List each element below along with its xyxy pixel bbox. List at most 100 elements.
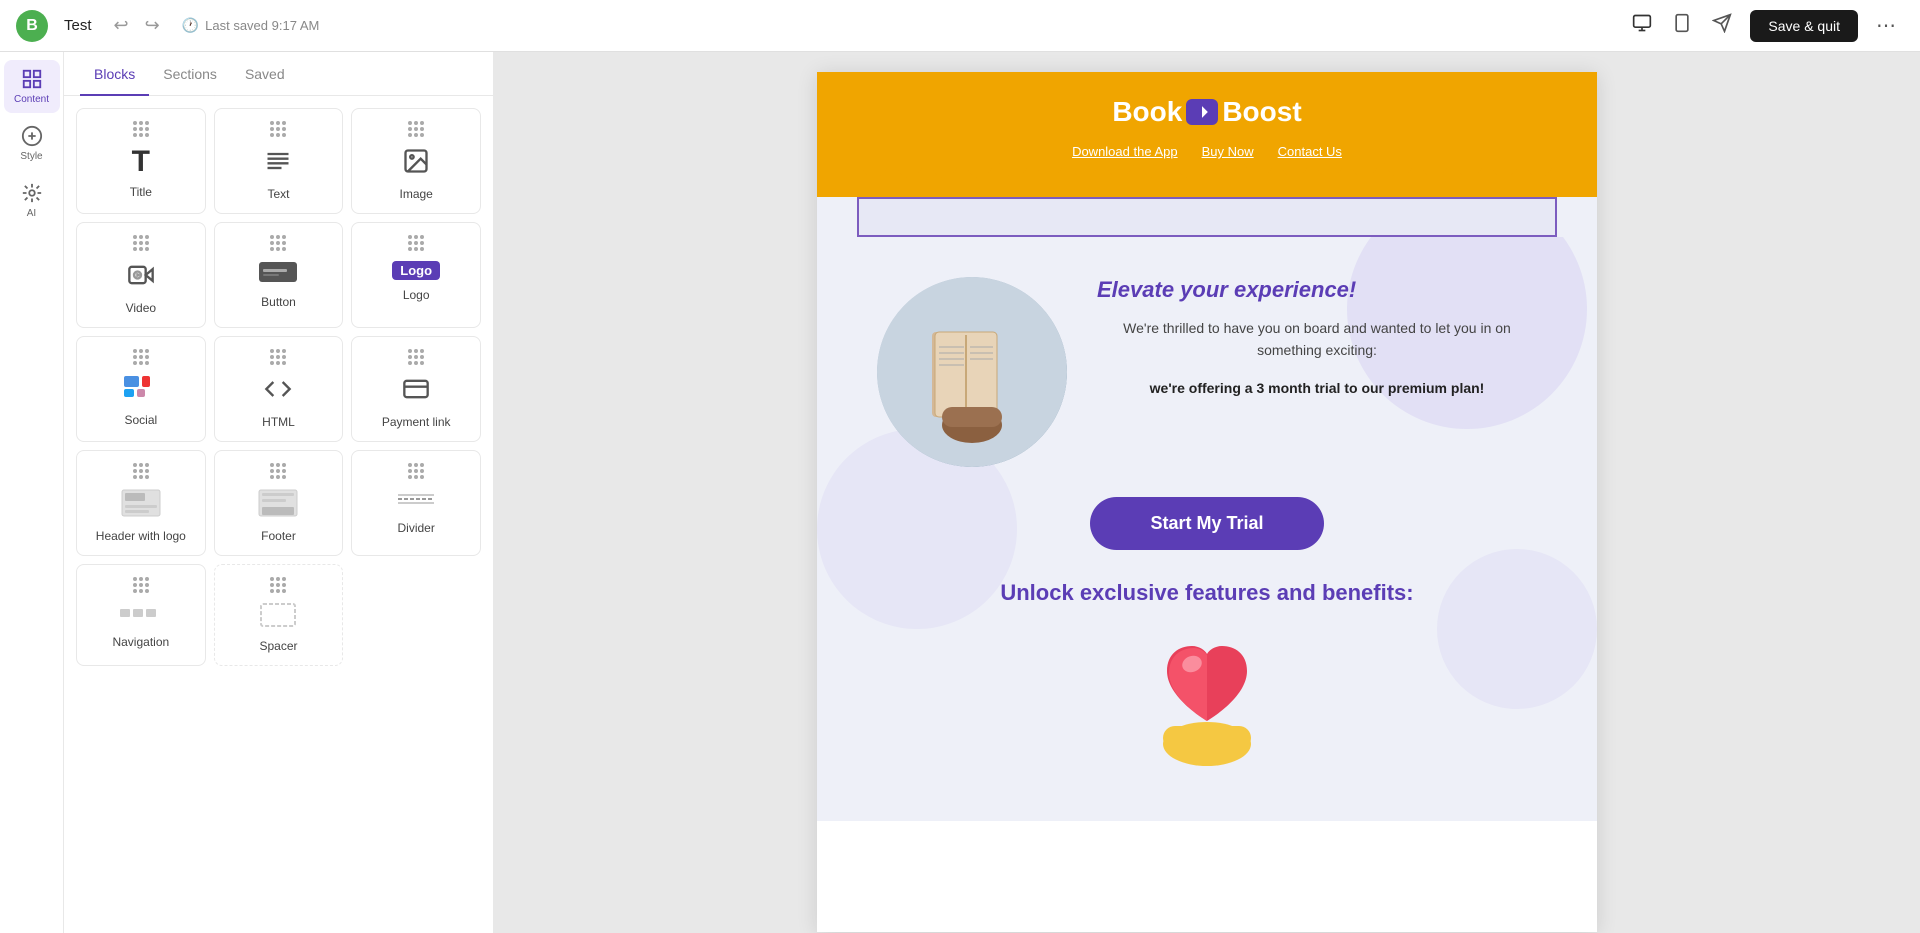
clock-icon: 🕐 bbox=[182, 17, 199, 34]
block-button-label: Button bbox=[261, 295, 296, 309]
block-header-with-logo[interactable]: Header with logo bbox=[76, 450, 206, 556]
undo-button[interactable]: ↩ bbox=[108, 11, 135, 40]
tab-blocks[interactable]: Blocks bbox=[80, 52, 149, 96]
app-title: Test bbox=[64, 17, 92, 34]
sidebar-icons: Content Style AI bbox=[0, 52, 64, 933]
selected-block-wrapper bbox=[817, 197, 1597, 237]
last-saved: 🕐 Last saved 9:17 AM bbox=[182, 17, 320, 34]
promo-text: Elevate your experience! We're thrilled … bbox=[1097, 267, 1537, 399]
ai-icon bbox=[21, 182, 43, 204]
block-payment-label: Payment link bbox=[382, 415, 451, 429]
block-html-label: HTML bbox=[262, 415, 295, 429]
dot-grid-social bbox=[133, 349, 149, 365]
email-body: Elevate your experience! We're thrilled … bbox=[817, 237, 1597, 821]
dot-grid-divider bbox=[408, 463, 424, 479]
brand-boost: Boost bbox=[1222, 96, 1301, 128]
nav-link-2[interactable]: Contact Us bbox=[1278, 144, 1342, 159]
sidebar-item-style[interactable]: Style bbox=[4, 117, 60, 170]
mobile-view-button[interactable] bbox=[1664, 9, 1700, 42]
block-html[interactable]: HTML bbox=[214, 336, 344, 442]
dot-grid-navigation bbox=[133, 577, 149, 593]
brand-logo: B bbox=[16, 10, 48, 42]
footer-icon bbox=[258, 489, 298, 521]
block-video[interactable]: Video bbox=[76, 222, 206, 328]
promo-body: We're thrilled to have you on board and … bbox=[1097, 317, 1537, 362]
book-image-svg bbox=[877, 277, 1067, 467]
brand-arrow-icon bbox=[1192, 102, 1212, 122]
dot-grid-header bbox=[133, 463, 149, 479]
block-logo[interactable]: Logo Logo bbox=[351, 222, 481, 328]
heart-section bbox=[877, 626, 1537, 791]
sidebar-ai-label: AI bbox=[27, 208, 36, 219]
sidebar-content-label: Content bbox=[14, 94, 49, 105]
desktop-view-button[interactable] bbox=[1624, 9, 1660, 42]
sidebar-item-ai[interactable]: AI bbox=[4, 174, 60, 227]
dot-grid-button bbox=[270, 235, 286, 251]
block-image[interactable]: Image bbox=[351, 108, 481, 214]
email-brand: Book Boost bbox=[1112, 96, 1301, 128]
promo-image bbox=[877, 277, 1067, 467]
block-title-label: Title bbox=[130, 185, 152, 199]
title-icon: T bbox=[132, 147, 150, 177]
topbar-left: B Test ↩ ↪ 🕐 Last saved 9:17 AM bbox=[16, 10, 319, 42]
preview-area[interactable]: Book Boost Download the App Buy Now Cont… bbox=[494, 52, 1920, 933]
navigation-icon bbox=[119, 603, 163, 627]
selected-block-outline[interactable] bbox=[857, 197, 1557, 237]
block-navigation-label: Navigation bbox=[112, 635, 169, 649]
block-payment-link[interactable]: Payment link bbox=[351, 336, 481, 442]
heart-emoji bbox=[1137, 626, 1277, 771]
nav-link-1[interactable]: Buy Now bbox=[1202, 144, 1254, 159]
block-button[interactable]: Button bbox=[214, 222, 344, 328]
block-header-logo-label: Header with logo bbox=[96, 529, 186, 543]
block-spacer-label: Spacer bbox=[259, 639, 297, 653]
email-nav: Download the App Buy Now Contact Us bbox=[1072, 144, 1342, 159]
block-divider[interactable]: Divider bbox=[351, 450, 481, 556]
button-icon bbox=[258, 261, 298, 287]
block-social[interactable]: Social bbox=[76, 336, 206, 442]
scallop-svg bbox=[857, 159, 1557, 197]
block-text-label: Text bbox=[267, 187, 289, 201]
tab-saved[interactable]: Saved bbox=[231, 52, 299, 96]
nav-link-0[interactable]: Download the App bbox=[1072, 144, 1178, 159]
dot-grid-text bbox=[270, 121, 286, 137]
dot-grid-html bbox=[270, 349, 286, 365]
scallop-bottom bbox=[857, 159, 1557, 197]
block-footer-label: Footer bbox=[261, 529, 296, 543]
block-title[interactable]: T Title bbox=[76, 108, 206, 214]
header-icon bbox=[121, 489, 161, 521]
spacer-icon bbox=[260, 603, 296, 631]
dot-grid-footer bbox=[270, 463, 286, 479]
promo-section: Elevate your experience! We're thrilled … bbox=[877, 267, 1537, 467]
sidebar-item-content[interactable]: Content bbox=[4, 60, 60, 113]
tab-sections[interactable]: Sections bbox=[149, 52, 231, 96]
email-header: Book Boost Download the App Buy Now Cont… bbox=[817, 72, 1597, 197]
logo-icon: Logo bbox=[392, 261, 440, 280]
more-options-button[interactable]: ⋯ bbox=[1868, 9, 1904, 42]
blocks-tabs: Blocks Sections Saved bbox=[64, 52, 493, 96]
text-icon bbox=[264, 147, 292, 179]
promo-image-wrapper bbox=[877, 277, 1067, 467]
cta-wrapper: Start My Trial bbox=[877, 497, 1537, 550]
topbar-right: Save & quit ⋯ bbox=[1624, 9, 1904, 42]
brand-book: Book bbox=[1112, 96, 1182, 128]
dot-grid-image bbox=[408, 121, 424, 137]
block-spacer[interactable]: Spacer bbox=[214, 564, 344, 666]
email-canvas: Book Boost Download the App Buy Now Cont… bbox=[817, 72, 1597, 932]
features-title: Unlock exclusive features and benefits: bbox=[877, 580, 1537, 606]
html-icon bbox=[264, 375, 292, 407]
redo-button[interactable]: ↪ bbox=[139, 11, 166, 40]
block-navigation[interactable]: Navigation bbox=[76, 564, 206, 666]
start-trial-button[interactable]: Start My Trial bbox=[1090, 497, 1323, 550]
undo-redo-group: ↩ ↪ bbox=[108, 11, 166, 40]
payment-icon bbox=[402, 375, 430, 407]
view-icons bbox=[1624, 9, 1740, 42]
save-quit-button[interactable]: Save & quit bbox=[1750, 10, 1858, 42]
image-icon bbox=[402, 147, 430, 179]
block-footer[interactable]: Footer bbox=[214, 450, 344, 556]
block-text[interactable]: Text bbox=[214, 108, 344, 214]
heart-svg bbox=[1137, 626, 1277, 766]
dot-grid-title bbox=[133, 121, 149, 137]
promo-headline: Elevate your experience! bbox=[1097, 277, 1537, 303]
send-button[interactable] bbox=[1704, 9, 1740, 42]
blocks-grid: T Title Text bbox=[64, 96, 493, 678]
